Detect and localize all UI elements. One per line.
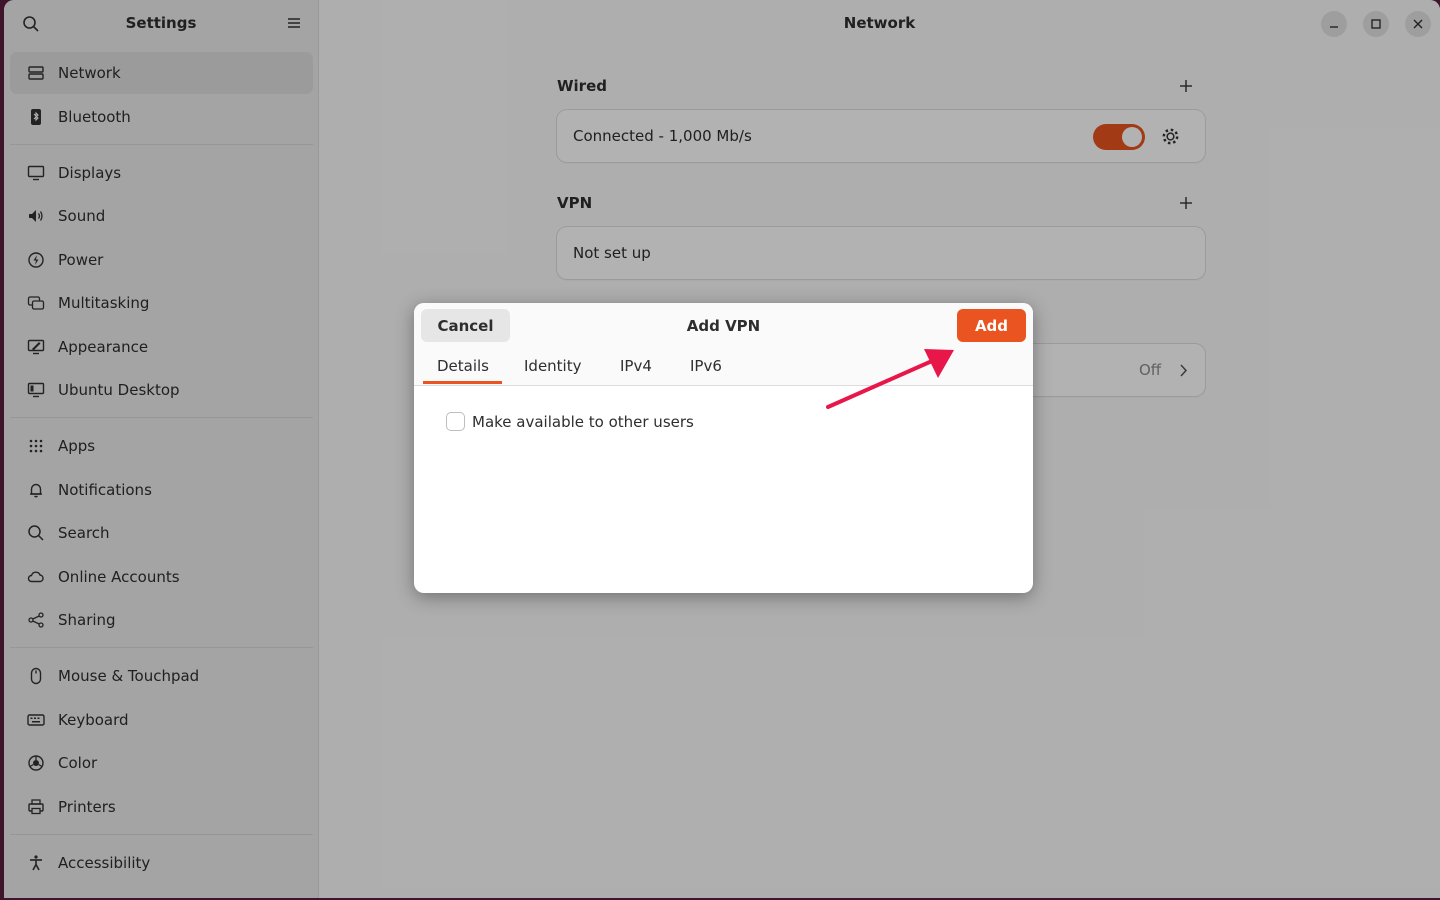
tab-ipv4[interactable]: IPv4 [620, 357, 652, 375]
annotation-arrow-icon [826, 349, 954, 409]
add-button[interactable]: Add [957, 309, 1026, 342]
share-checkbox-label[interactable]: Make available to other users [472, 413, 694, 431]
tab-identity[interactable]: Identity [524, 357, 582, 375]
dialog-title: Add VPN [686, 317, 761, 335]
tab-ipv6[interactable]: IPv6 [690, 357, 722, 375]
tab-details[interactable]: Details [437, 357, 489, 375]
active-tab-indicator [423, 381, 502, 384]
share-checkbox[interactable] [446, 412, 465, 431]
